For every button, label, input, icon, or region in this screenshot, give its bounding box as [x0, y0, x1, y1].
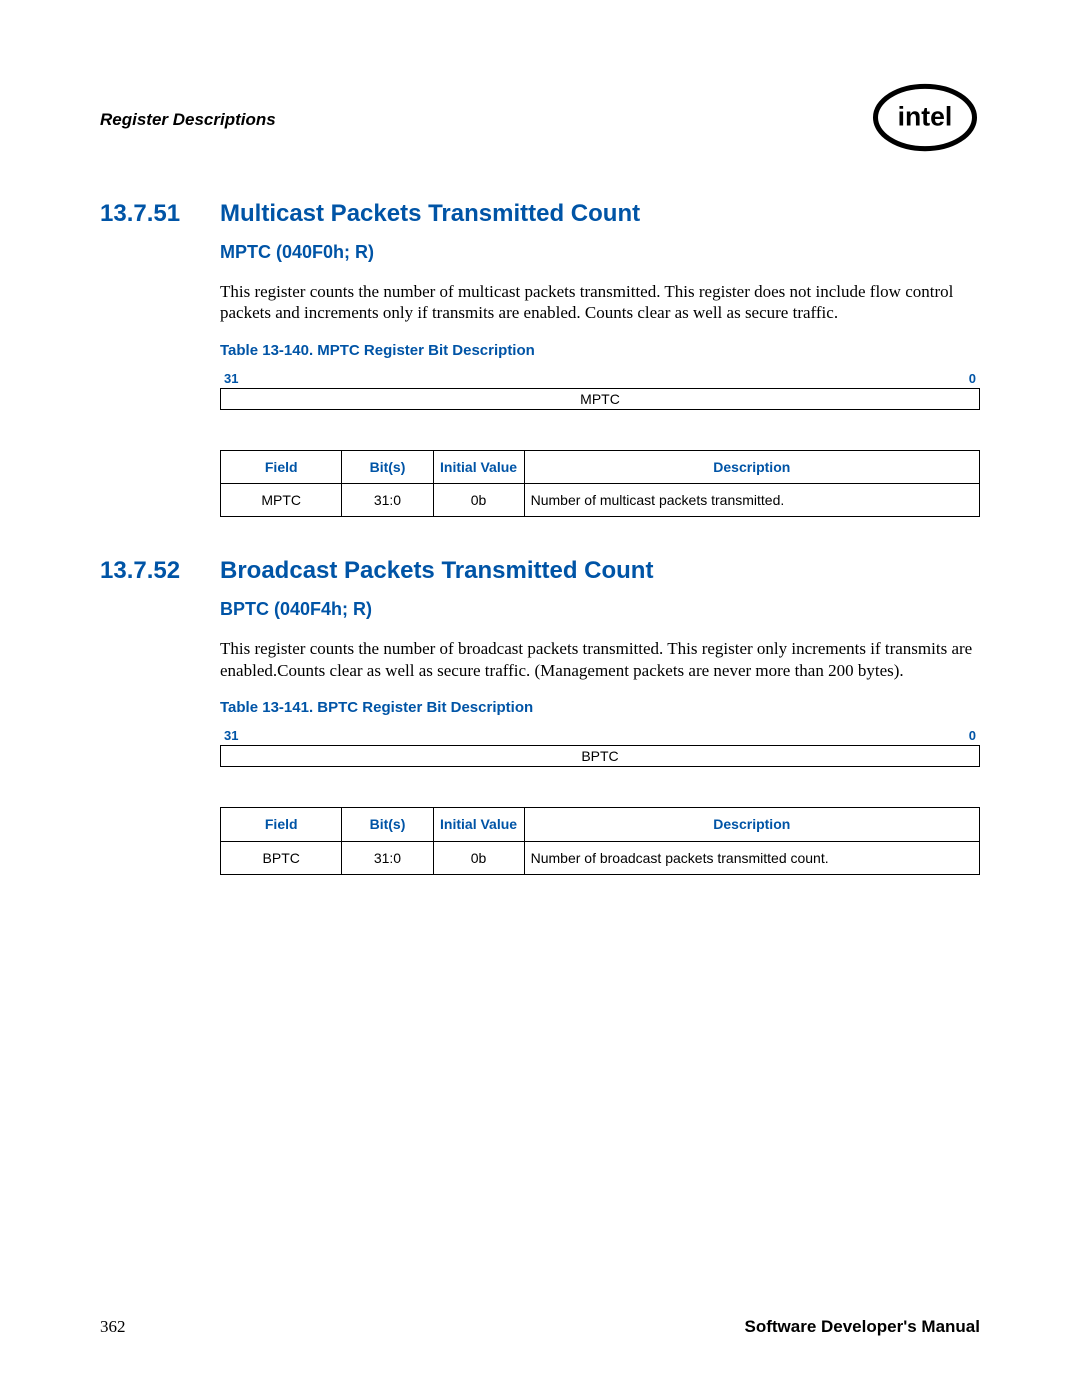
- section-number: 13.7.51: [100, 200, 220, 228]
- section-heading-1: 13.7.51 Multicast Packets Transmitted Co…: [100, 200, 980, 228]
- th-bits: Bit(s): [342, 450, 433, 484]
- table-header-row: Field Bit(s) Initial Value Description: [221, 450, 980, 484]
- table-header-row: Field Bit(s) Initial Value Description: [221, 807, 980, 841]
- th-field: Field: [221, 450, 342, 484]
- register-subheading: MPTC (040F0h; R): [220, 242, 980, 263]
- section-title: Multicast Packets Transmitted Count: [220, 200, 640, 228]
- table-caption: Table 13-140. MPTC Register Bit Descript…: [220, 342, 980, 359]
- manual-title: Software Developer's Manual: [744, 1317, 980, 1337]
- section-heading-2: 13.7.52 Broadcast Packets Transmitted Co…: [100, 557, 980, 585]
- bit-low: 0: [969, 728, 976, 743]
- page-footer: 362 Software Developer's Manual: [100, 1317, 980, 1337]
- table-row: BPTC 31:0 0b Number of broadcast packets…: [221, 841, 980, 874]
- td-field: MPTC: [221, 484, 342, 517]
- bit-high: 31: [224, 728, 238, 743]
- page-number: 362: [100, 1317, 126, 1337]
- section-content-2: BPTC (040F4h; R) This register counts th…: [220, 599, 980, 874]
- table-row: MPTC 31:0 0b Number of multicast packets…: [221, 484, 980, 517]
- td-bits: 31:0: [342, 841, 433, 874]
- page-header: Register Descriptions intel: [100, 80, 980, 160]
- section-title: Broadcast Packets Transmitted Count: [220, 557, 653, 585]
- th-field: Field: [221, 807, 342, 841]
- page-container: Register Descriptions intel 13.7.51 Mult…: [0, 0, 1080, 1397]
- section-number: 13.7.52: [100, 557, 220, 585]
- register-subheading: BPTC (040F4h; R): [220, 599, 980, 620]
- svg-text:intel: intel: [898, 102, 953, 132]
- section-body: This register counts the number of broad…: [220, 638, 980, 681]
- bit-low: 0: [969, 371, 976, 386]
- td-initial: 0b: [433, 484, 524, 517]
- register-table-1: Field Bit(s) Initial Value Description M…: [220, 450, 980, 518]
- th-initial: Initial Value: [433, 450, 524, 484]
- bit-range-labels: 31 0: [220, 371, 980, 386]
- section-content-1: MPTC (040F0h; R) This register counts th…: [220, 242, 980, 517]
- section-body: This register counts the number of multi…: [220, 281, 980, 324]
- intel-logo-icon: intel: [870, 80, 980, 160]
- th-bits: Bit(s): [342, 807, 433, 841]
- th-initial: Initial Value: [433, 807, 524, 841]
- table-caption: Table 13-141. BPTC Register Bit Descript…: [220, 699, 980, 716]
- bit-field-box: MPTC: [220, 388, 980, 410]
- bit-range-labels: 31 0: [220, 728, 980, 743]
- td-field: BPTC: [221, 841, 342, 874]
- th-desc: Description: [524, 450, 979, 484]
- td-desc: Number of multicast packets transmitted.: [524, 484, 979, 517]
- register-table-2: Field Bit(s) Initial Value Description B…: [220, 807, 980, 875]
- th-desc: Description: [524, 807, 979, 841]
- td-initial: 0b: [433, 841, 524, 874]
- chapter-title: Register Descriptions: [100, 110, 276, 130]
- bit-high: 31: [224, 371, 238, 386]
- td-bits: 31:0: [342, 484, 433, 517]
- td-desc: Number of broadcast packets transmitted …: [524, 841, 979, 874]
- bit-field-box: BPTC: [220, 745, 980, 767]
